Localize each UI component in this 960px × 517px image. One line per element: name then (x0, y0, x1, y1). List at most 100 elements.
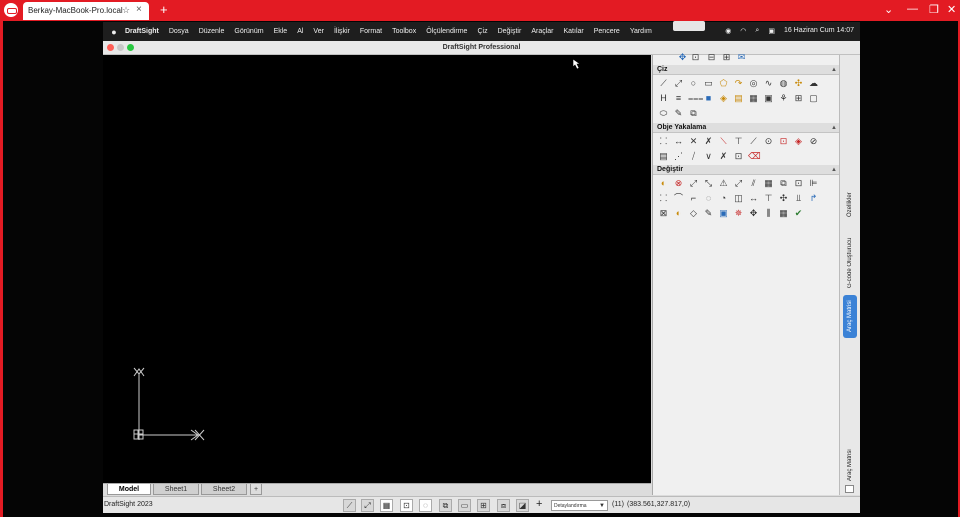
snap-intersection-icon[interactable]: ✕ (688, 136, 699, 147)
polyline-icon[interactable]: ⤢ (673, 78, 684, 89)
minimize-traffic-light[interactable] (117, 44, 124, 51)
ellipse-icon[interactable]: ◎ (748, 78, 759, 89)
wifi-icon[interactable]: ◠ (740, 27, 746, 35)
snap-extension-icon[interactable]: ⟍ (718, 136, 729, 147)
grid-toggle-icon[interactable] (845, 485, 854, 493)
palette-tool-icon[interactable]: ⊡ (690, 52, 701, 63)
palette-tool-icon[interactable]: ✉ (736, 52, 747, 63)
ellipse-tool-icon[interactable]: ⬭ (658, 108, 669, 119)
boundary-icon[interactable]: ⧉ (688, 108, 699, 119)
move-icon[interactable]: ⤢ (688, 178, 699, 189)
checklist-icon[interactable]: ✔ (793, 208, 804, 219)
circle-icon[interactable]: ○ (688, 78, 699, 89)
lineweight-toggle-icon[interactable]: ▭ (458, 499, 471, 512)
section-obje-yakalama[interactable]: Obje Yakalama ▲ (653, 123, 840, 133)
snap-toggle-icon[interactable]: ⟋ (343, 499, 356, 512)
block-icon[interactable]: ■ (703, 93, 714, 104)
snap-angle-icon[interactable]: ∨ (703, 151, 714, 162)
menu-yardim[interactable]: Yardım (630, 28, 652, 35)
ortho-toggle-icon[interactable]: ⤢ (361, 499, 374, 512)
tab-arac-matrisi-bottom[interactable]: Araç Matrisi (843, 445, 857, 485)
palette-tool-icon[interactable]: ✥ (677, 52, 688, 63)
snap-clear-icon[interactable]: ⌫ (748, 151, 761, 162)
polygon-icon[interactable]: ⬠ (718, 78, 729, 89)
extend-icon[interactable]: ⊫ (808, 178, 819, 189)
grid-icon[interactable]: ⊞ (793, 93, 804, 104)
fillet-icon[interactable]: ⌒ (673, 193, 684, 204)
tab-gcode[interactable]: G-code Oluşturucu (843, 233, 857, 293)
quick-input-icon[interactable]: ⧈ (497, 499, 510, 512)
etrack-toggle-icon[interactable]: ⧉ (439, 499, 452, 512)
match-icon[interactable]: ◐ (673, 208, 684, 219)
columns-icon[interactable]: ⫼ (763, 208, 774, 219)
snap-tangent-icon[interactable]: ⟋ (748, 136, 759, 147)
explode-icon[interactable]: ◔ (718, 193, 729, 204)
collapse-icon[interactable]: ▲ (831, 165, 837, 175)
image-icon[interactable]: ▤ (733, 93, 744, 104)
edit-text-icon[interactable]: ✎ (703, 208, 714, 219)
menu-format[interactable]: Format (360, 28, 382, 35)
drawing-canvas[interactable] (103, 55, 651, 486)
text-icon[interactable]: ≡ (673, 93, 684, 104)
break-icon[interactable]: ⸬ (658, 193, 669, 204)
hatch-icon[interactable]: H (658, 93, 669, 104)
menu-pencere[interactable]: Pencere (594, 28, 620, 35)
measure-icon[interactable]: ⫫ (793, 193, 804, 204)
grid-display-icon[interactable]: ▦ (380, 499, 393, 512)
rectangle-icon[interactable]: ▭ (703, 78, 714, 89)
palette-tool-icon[interactable]: ⊟ (706, 52, 717, 63)
menu-ciz[interactable]: Çiz (477, 28, 487, 35)
edit-polyline-icon[interactable]: ◫ (733, 193, 744, 204)
region-icon[interactable]: ▣ (763, 93, 774, 104)
freehand-icon[interactable]: ✎ (673, 108, 684, 119)
search-icon[interactable]: ⌕ (755, 27, 759, 35)
menu-olculendirme[interactable]: Ölçülendirme (426, 28, 467, 35)
menubar-clock[interactable]: 16 Haziran Cum 14:07 (784, 27, 854, 35)
polar-toggle-icon[interactable]: ⊡ (400, 499, 413, 512)
chamfer-icon[interactable]: ⌐ (688, 193, 699, 204)
snap-endpoint-icon[interactable]: ⸬ (658, 136, 669, 147)
stretch-icon[interactable]: ⧉ (778, 178, 789, 189)
frame-icon[interactable]: ▢ (808, 93, 819, 104)
point-icon[interactable]: ✣ (793, 78, 804, 89)
palette-tool-icon[interactable]: ⊞ (721, 52, 732, 63)
tab-ozellikler[interactable]: Özellikler (843, 181, 857, 229)
section-ciz[interactable]: Çiz ▲ (653, 65, 840, 75)
dynamic-input-icon[interactable]: ⊞ (477, 499, 490, 512)
collapse-icon[interactable]: ▲ (831, 123, 837, 133)
maximize-icon[interactable]: ❐ (929, 3, 939, 16)
array-icon[interactable]: ▦ (763, 178, 774, 189)
tab-model[interactable]: Model (107, 484, 151, 495)
menu-dosya[interactable]: Dosya (169, 28, 189, 35)
tab-sheet2[interactable]: Sheet2 (201, 484, 247, 495)
snap-perpendicular-icon[interactable]: ⊤ (733, 136, 744, 147)
snap-insertion-icon[interactable]: ⊘ (808, 136, 819, 147)
snap-node-icon[interactable]: ⊡ (778, 136, 789, 147)
remote-logo-icon[interactable] (4, 3, 18, 17)
model-space-icon[interactable]: ◪ (516, 499, 529, 512)
mirror-icon[interactable]: ⚠ (718, 178, 729, 189)
properties-icon[interactable]: ⊠ (658, 208, 669, 219)
add-sheet-button[interactable]: + (250, 484, 262, 495)
offset-icon[interactable]: ⫽ (748, 178, 759, 189)
menu-degistir[interactable]: Değiştir (498, 28, 522, 35)
workspace-select[interactable]: Detaylandırma ▼ (551, 500, 608, 511)
tree-icon[interactable]: ⚘ (778, 93, 789, 104)
menu-araclar[interactable]: Araçlar (531, 28, 553, 35)
zoom-traffic-light[interactable] (127, 44, 134, 51)
new-tab-button[interactable]: + (160, 2, 168, 17)
menu-ekle[interactable]: Ekle (274, 28, 288, 35)
trim-icon[interactable]: ⊡ (793, 178, 804, 189)
collapse-icon[interactable]: ▲ (831, 65, 837, 75)
spline-icon[interactable]: ∿ (763, 78, 774, 89)
user-icon[interactable]: ◉ (725, 27, 731, 35)
menu-duzenle[interactable]: Düzenle (199, 28, 225, 35)
apple-icon[interactable]: ● (103, 27, 125, 37)
erase-icon[interactable]: ◐ (658, 178, 669, 189)
donut-icon[interactable]: ◍ (778, 78, 789, 89)
menu-gorunum[interactable]: Görünüm (234, 28, 263, 35)
esnap-toggle-icon[interactable]: ◌ (419, 499, 432, 512)
menu-iliskir[interactable]: İlişkir (334, 28, 350, 35)
snap-nearest-icon[interactable]: ▤ (658, 151, 669, 162)
close-window-icon[interactable]: ✕ (947, 3, 956, 16)
